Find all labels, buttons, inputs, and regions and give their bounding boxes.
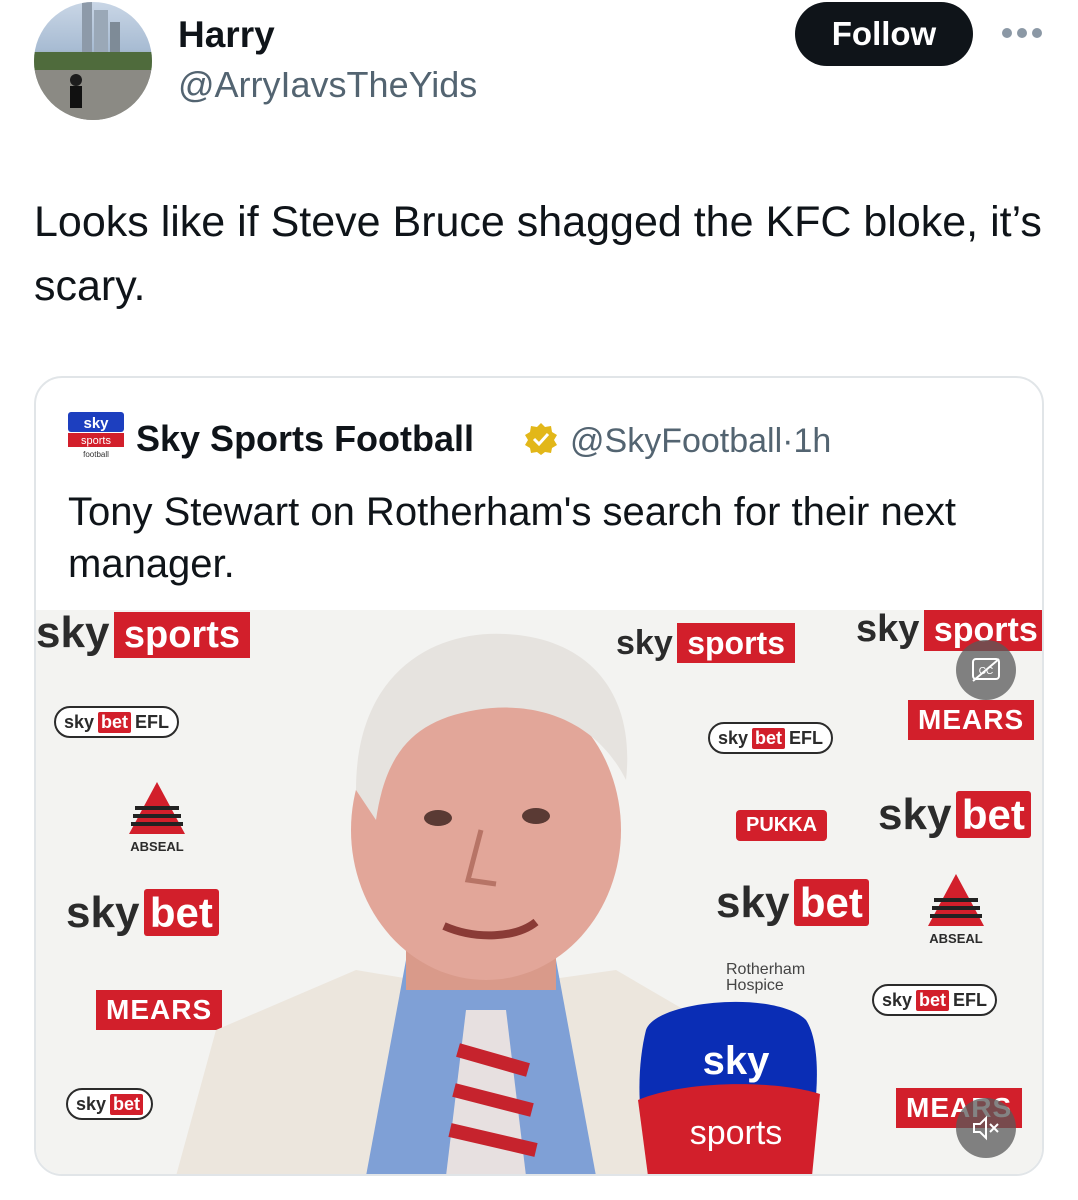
backdrop-abseal-2: ABSEAL <box>916 872 996 946</box>
logo-sky: sky <box>83 415 109 432</box>
abseal-logo-icon-2 <box>928 874 984 926</box>
mute-icon[interactable] <box>956 1098 1016 1158</box>
quoted-post[interactable]: sky sports football Sky Sports Football … <box>34 376 1044 1176</box>
more-options-icon[interactable] <box>1000 26 1044 40</box>
video-player[interactable]: sky sports sky bet EFL ABSEAL sky bet MEAR… <box>36 610 1042 1174</box>
backdrop-sky-sports-3: sky sports <box>856 610 1042 651</box>
mic-sky-label: sky <box>703 1039 770 1083</box>
backdrop-skybet-big-3: sky bet <box>878 790 1031 840</box>
verified-badge-icon <box>525 423 557 455</box>
meta-separator: · <box>782 422 794 460</box>
quoted-meta: @SkyFootball·1h <box>570 422 831 461</box>
mic-sports-label: sports <box>690 1114 783 1152</box>
post-text: Looks like if Steve Bruce shagged the KF… <box>34 198 1042 310</box>
author-handle[interactable]: @ArryIavsTheYids <box>178 64 477 106</box>
logo-sports: sports <box>81 435 111 447</box>
avatar-photo <box>34 2 152 120</box>
backdrop-skybet-efl-1: sky bet EFL <box>54 706 180 738</box>
logo-football: football <box>83 450 109 458</box>
backdrop-skybet-efl-3: sky bet EFL <box>872 984 998 1016</box>
quoted-author-name[interactable]: Sky Sports Football <box>136 418 474 460</box>
quoted-text: Tony Stewart on Rotherham's search for t… <box>68 490 957 586</box>
follow-button[interactable]: Follow <box>795 2 973 66</box>
quoted-author-handle[interactable]: @SkyFootball <box>570 422 782 460</box>
sky-sports-football-logo: sky sports football <box>68 412 124 458</box>
author-avatar[interactable] <box>34 2 152 120</box>
author-name[interactable]: Harry <box>178 14 275 56</box>
sky-sports-microphone: sky sports <box>638 1001 820 1174</box>
quoted-time: 1h <box>793 422 832 460</box>
backdrop-skybet-2: sky bet <box>66 1088 154 1120</box>
captions-icon[interactable]: CC <box>956 640 1016 700</box>
backdrop-mears-2: MEARS <box>908 700 1035 740</box>
post-header: Harry @ArryIavsTheYids Follow <box>0 0 1078 140</box>
